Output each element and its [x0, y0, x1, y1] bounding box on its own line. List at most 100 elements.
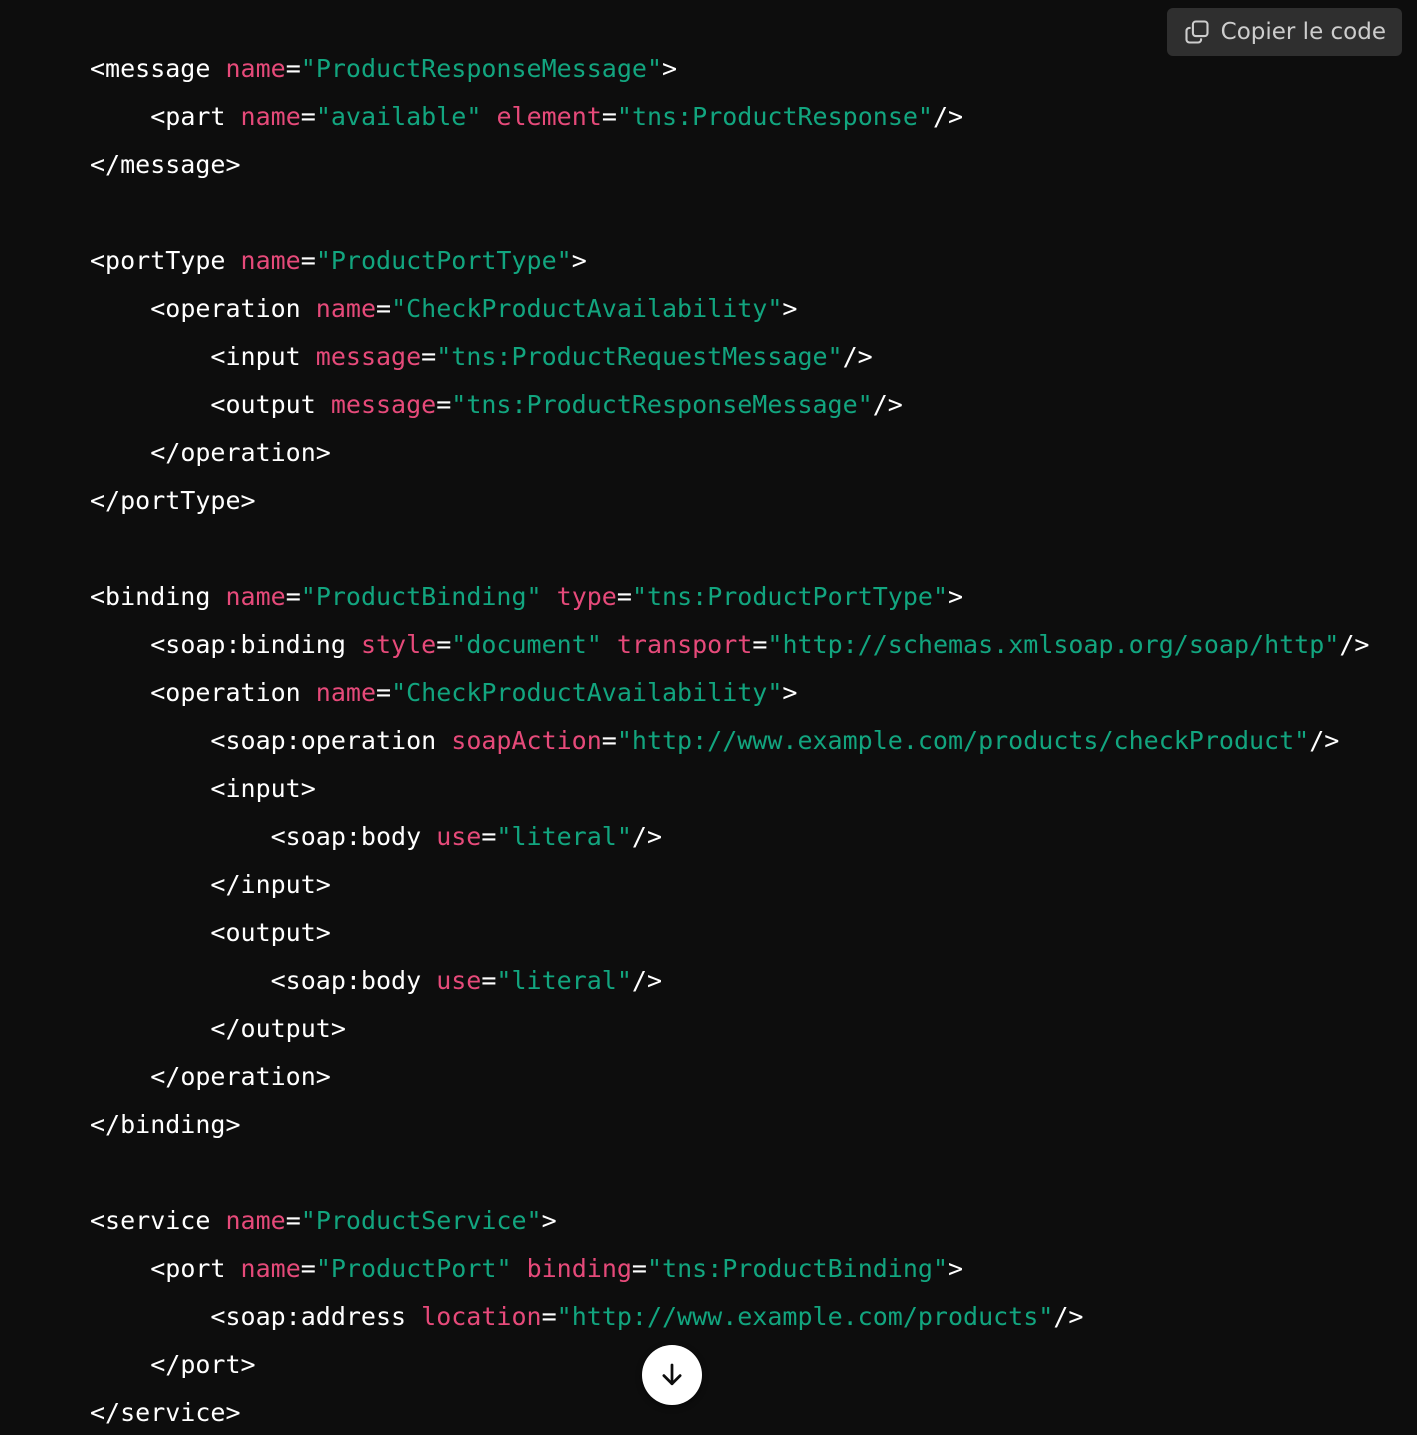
code-attr-name: soapAction	[451, 726, 602, 755]
code-tag: <binding	[90, 582, 211, 611]
code-tag: <soap:address	[210, 1302, 407, 1331]
code-equals: =	[616, 582, 632, 611]
code-line: <operation name="CheckProductAvailabilit…	[90, 669, 1369, 717]
code-equals: =	[601, 102, 617, 131]
code-tag: </portType>	[90, 486, 256, 515]
code-attr-name: style	[360, 630, 437, 659]
code-tag: <soap:binding	[150, 630, 346, 659]
code-attr-value: "literal"	[496, 822, 632, 851]
code-attr-value: "document"	[451, 630, 602, 659]
code-attr-name: message	[330, 390, 437, 419]
code-line: </input>	[90, 861, 1369, 909]
code-attr-name: binding	[526, 1254, 632, 1283]
code-tag: <input>	[210, 774, 316, 803]
code-attr-name: location	[421, 1302, 542, 1331]
code-tag: >	[948, 582, 964, 611]
code-tag: <part	[150, 102, 226, 131]
code-equals: =	[436, 390, 452, 419]
code-attr-value: "http://schemas.xmlsoap.org/soap/http"	[767, 630, 1340, 659]
code-tag: </operation>	[150, 1062, 331, 1091]
code-tag: <portType	[90, 246, 226, 275]
code-line: <port name="ProductPort" binding="tns:Pr…	[90, 1245, 1369, 1293]
code-equals: =	[481, 822, 497, 851]
code-attr-name: use	[436, 966, 482, 995]
code-tag: >	[541, 1206, 557, 1235]
code-tag: />	[1339, 630, 1370, 659]
code-tag: </binding>	[90, 1110, 241, 1139]
code-line: <input>	[90, 765, 1369, 813]
code-line: <soap:binding style="document" transport…	[90, 621, 1369, 669]
code-attr-value: "tns:ProductRequestMessage"	[436, 342, 843, 371]
code-attr-name: message	[315, 342, 422, 371]
code-line: </port>	[90, 1341, 1369, 1389]
code-attr-name: name	[240, 1254, 301, 1283]
code-attr-value: "http://www.example.com/products"	[556, 1302, 1054, 1331]
code-line: </portType>	[90, 477, 1369, 525]
code-equals: =	[300, 1254, 316, 1283]
code-attr-name: element	[496, 102, 602, 131]
code-block: <message name="ProductResponseMessage"> …	[90, 45, 1369, 1435]
code-equals: =	[376, 294, 392, 323]
code-attr-name: name	[225, 54, 286, 83]
code-attr-value: "tns:ProductPortType"	[631, 582, 949, 611]
code-tag: />	[872, 390, 903, 419]
code-attr-name: use	[436, 822, 482, 851]
code-attr-value: "literal"	[496, 966, 632, 995]
copy-icon	[1183, 18, 1211, 46]
scroll-down-button[interactable]	[642, 1345, 702, 1405]
code-tag: </service>	[90, 1398, 241, 1427]
code-line: </output>	[90, 1005, 1369, 1053]
code-line: <output message="tns:ProductResponseMess…	[90, 381, 1369, 429]
code-attr-name: name	[225, 582, 286, 611]
code-line: <soap:body use="literal"/>	[90, 957, 1369, 1005]
code-equals: =	[285, 54, 301, 83]
code-equals: =	[300, 102, 316, 131]
code-attr-value: "CheckProductAvailability"	[391, 678, 783, 707]
code-attr-name: name	[225, 1206, 286, 1235]
code-line: <soap:operation soapAction="http://www.e…	[90, 717, 1369, 765]
code-line: <binding name="ProductBinding" type="tns…	[90, 573, 1369, 621]
code-tag: <soap:body	[270, 822, 422, 851]
code-tag: <output	[210, 390, 316, 419]
arrow-down-icon	[657, 1360, 687, 1390]
code-attr-name: name	[240, 102, 301, 131]
code-attr-name: name	[240, 246, 301, 275]
code-tag: >	[662, 54, 678, 83]
code-tag: >	[571, 246, 587, 275]
code-tag: </message>	[90, 150, 241, 179]
code-tag: </operation>	[150, 438, 331, 467]
code-tag: <output>	[210, 918, 331, 947]
code-tag: />	[631, 822, 662, 851]
code-equals: =	[285, 1206, 301, 1235]
code-tag: <port	[150, 1254, 226, 1283]
code-line: </operation>	[90, 1053, 1369, 1101]
code-attr-value: "ProductPort"	[315, 1254, 512, 1283]
code-tag: >	[782, 294, 798, 323]
code-line: <soap:address location="http://www.examp…	[90, 1293, 1369, 1341]
code-line: <operation name="CheckProductAvailabilit…	[90, 285, 1369, 333]
code-equals: =	[376, 678, 392, 707]
code-tag: />	[1309, 726, 1340, 755]
